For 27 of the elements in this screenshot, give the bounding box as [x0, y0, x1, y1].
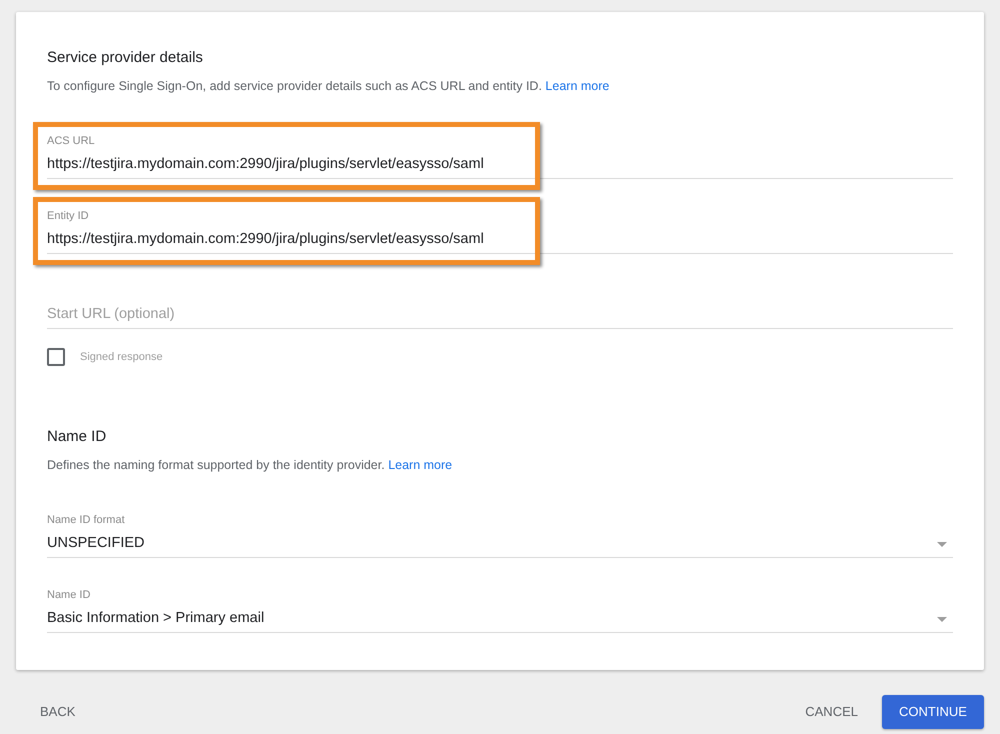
- input-field[interactable]: Start URL (optional): [47, 284, 953, 329]
- continue-button[interactable]: CONTINUE: [882, 695, 984, 729]
- field-label: ACS URL: [47, 135, 95, 147]
- learn-more-link[interactable]: Learn more: [388, 458, 452, 472]
- back-button[interactable]: BACK: [16, 695, 100, 729]
- dropdown-caret-icon: [937, 616, 947, 622]
- field-value: https://testjira.mydomain.com:2990/jira/plugins/servlet/easysso/saml: [47, 230, 484, 250]
- section-title: Service provider details: [47, 48, 204, 68]
- dropdown-caret-icon: [937, 542, 947, 546]
- input-field[interactable]: Entity ID https://testjira.mydomain.com:2990/jira/plugins/servlet/easysso/saml: [47, 209, 953, 254]
- dropdown-field[interactable]: Name ID Basic Information > Primary email: [47, 588, 953, 633]
- field-label: Entity ID: [47, 210, 89, 222]
- section-description: To configure Single Sign-On, add service provider details such as ACS URL and entity ID. Learn more: [47, 78, 610, 94]
- field-label: Name ID: [47, 589, 90, 601]
- section-description: Defines the naming format supported by the identity provider. Learn more: [47, 457, 454, 473]
- field-placeholder: Start URL (optional): [47, 305, 175, 324]
- field-value: UNSPECIFIED: [47, 534, 144, 554]
- cancel-button[interactable]: CANCEL: [781, 695, 882, 729]
- learn-more-link[interactable]: Learn more: [545, 79, 610, 93]
- field-value: Basic Information > Primary email: [47, 609, 264, 628]
- input-field[interactable]: ACS URL https://testjira.mydomain.com:2990/jira/plugins/servlet/easysso/saml: [47, 134, 953, 179]
- section-title: Name ID: [47, 427, 108, 447]
- checkbox-label: Signed response: [80, 350, 163, 365]
- checkbox[interactable]: [47, 348, 65, 366]
- field-label: Name ID format: [47, 514, 125, 526]
- field-value: https://testjira.mydomain.com:2990/jira/plugins/servlet/easysso/saml: [47, 155, 484, 174]
- dropdown-field[interactable]: Name ID format UNSPECIFIED: [47, 513, 953, 558]
